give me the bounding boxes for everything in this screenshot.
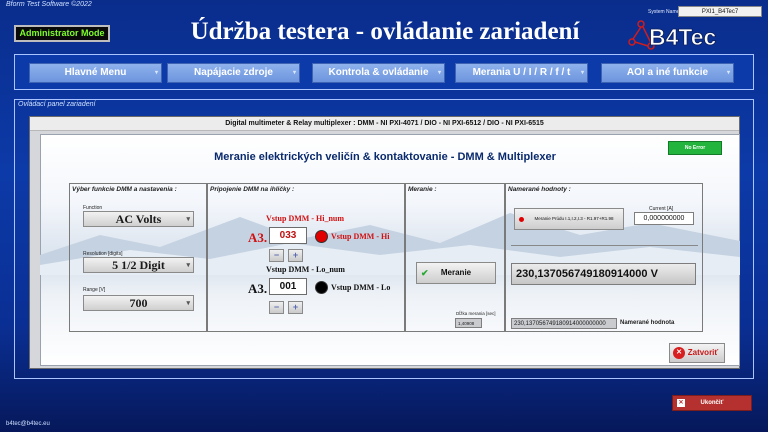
lo-pin-number-field[interactable]: 001 xyxy=(269,278,307,295)
nav-measurements[interactable]: Merania U / I / R / f / t ▾ xyxy=(455,63,588,83)
dialog-header: Digital multimeter & Relay multiplexer :… xyxy=(30,117,739,131)
hi-increment-button[interactable]: + xyxy=(288,249,303,262)
measure-button[interactable]: ✔ Meranie xyxy=(416,262,496,284)
lo-pin-prefix: A3. xyxy=(248,281,268,296)
dropdown-icon: ▾ xyxy=(186,300,190,307)
control-panel-label: Ovládací panel zariadení xyxy=(18,101,96,108)
measure-section: Meranie : ✔ Meranie Dĺžka merania [sec] … xyxy=(405,183,505,332)
logo-text: B4Tec xyxy=(649,24,717,50)
resolution-value: 5 1/2 Digit xyxy=(112,258,165,272)
dropdown-icon: ▾ xyxy=(437,70,441,76)
hi-led-indicator xyxy=(315,230,328,243)
dropdown-icon: ▾ xyxy=(186,262,190,269)
nav-label: AOI a iné funkcie xyxy=(626,67,709,78)
lo-led-label: Vstup DMM - Lo xyxy=(331,283,391,292)
nav-main-menu[interactable]: Hlavné Menu ▾ xyxy=(29,63,162,83)
raw-value-field: 230,137056749180914000000000 xyxy=(511,318,617,329)
function-value: AC Volts xyxy=(115,212,162,226)
footer-email: b4tec@b4tec.eu xyxy=(6,421,50,427)
dropdown-icon: ▾ xyxy=(186,216,190,223)
nav-label: Merania U / I / R / f / t xyxy=(472,67,571,78)
lo-input-title: Vstup DMM - Lo_num xyxy=(266,265,345,274)
check-icon: ✔ xyxy=(421,268,429,278)
function-select[interactable]: AC Volts ▾ xyxy=(83,211,194,227)
section-title: Pripojenie DMM na ihličky : xyxy=(210,186,295,193)
close-button-label: Zatvoriť xyxy=(687,348,719,357)
minus-icon: − xyxy=(273,302,280,312)
dropdown-icon: ▾ xyxy=(154,70,158,76)
section-title: Výber funkcie DMM a nastavenia : xyxy=(72,186,177,193)
minus-icon: − xyxy=(273,250,280,260)
pin-connection-section: Pripojenie DMM na ihličky : Vstup DMM - … xyxy=(207,183,405,332)
dialog-subtitle: Meranie elektrických veličín & kontaktov… xyxy=(214,151,556,163)
measured-value-display: 230,137056749180914000 V xyxy=(511,263,696,285)
hi-input-title: Vstup DMM - Hi_num xyxy=(266,214,345,223)
section-title: Namerané hodnoty : xyxy=(508,186,571,193)
exit-button-label: Ukončiť xyxy=(700,400,724,406)
dropdown-icon: ▾ xyxy=(726,70,730,76)
range-value: 700 xyxy=(129,296,148,310)
dropdown-icon: ▾ xyxy=(580,70,584,76)
close-circle-icon: ✕ xyxy=(673,347,685,359)
raw-value-label: Namerané hodnota xyxy=(620,320,675,326)
range-select[interactable]: 700 ▾ xyxy=(83,295,194,311)
nav-label: Napájacie zdroje xyxy=(194,67,273,78)
range-label: Range [V] xyxy=(83,287,106,293)
nav-label: Kontrola & ovládanie xyxy=(328,67,429,78)
duration-field: 1,40908 xyxy=(455,318,482,328)
close-icon: ✕ xyxy=(677,399,685,407)
status-button[interactable]: No Error xyxy=(668,141,722,155)
dropdown-icon: ▾ xyxy=(292,70,296,76)
hi-decrement-button[interactable]: − xyxy=(269,249,284,262)
exit-button[interactable]: ✕ Ukončiť xyxy=(672,395,752,411)
red-dot-icon xyxy=(519,217,524,222)
lo-led-indicator xyxy=(315,281,328,294)
separator xyxy=(511,245,698,246)
lo-increment-button[interactable]: + xyxy=(288,301,303,314)
plus-icon: + xyxy=(292,302,299,312)
hi-led-label: Vstup DMM - Hi xyxy=(331,232,390,241)
copyright-text: Bform Test Software ©2022 xyxy=(6,1,92,8)
measure-current-button[interactable]: Meranie Prúdu I.1,I.2,I.3 - R1.97+R1.98 xyxy=(514,208,624,230)
dmm-settings-section: Výber funkcie DMM a nastavenia : Functio… xyxy=(69,183,207,332)
hi-pin-number-field[interactable]: 033 xyxy=(269,227,307,244)
nav-power-supplies[interactable]: Napájacie zdroje ▾ xyxy=(167,63,300,83)
resolution-select[interactable]: 5 1/2 Digit ▾ xyxy=(83,257,194,273)
section-title: Meranie : xyxy=(408,186,437,193)
main-nav: Hlavné Menu ▾ Napájacie zdroje ▾ Kontrola … xyxy=(14,54,754,90)
nav-aoi[interactable]: AOI a iné funkcie ▾ xyxy=(601,63,734,83)
nav-control[interactable]: Kontrola & ovládanie ▾ xyxy=(312,63,445,83)
measure-current-label: Meranie Prúdu I.1,I.2,I.3 - R1.97+R1.98 xyxy=(534,216,614,221)
admin-mode-badge: Administrator Mode xyxy=(14,25,110,42)
hi-pin-prefix: A3. xyxy=(248,230,268,245)
b4tec-logo: B4Tec xyxy=(625,16,755,56)
current-value-field: 0,000000000 xyxy=(634,212,694,225)
duration-label: Dĺžka merania [sec] xyxy=(456,311,496,316)
measure-button-label: Meranie xyxy=(440,268,472,277)
nav-label: Hlavné Menu xyxy=(64,67,127,78)
plus-icon: + xyxy=(292,250,299,260)
close-button[interactable]: ✕ Zatvoriť xyxy=(669,343,725,363)
results-section: Namerané hodnoty : Meranie Prúdu I.1,I.2… xyxy=(505,183,703,332)
lo-decrement-button[interactable]: − xyxy=(269,301,284,314)
page-title: Údržba testera - ovládanie zariadení xyxy=(190,18,580,45)
